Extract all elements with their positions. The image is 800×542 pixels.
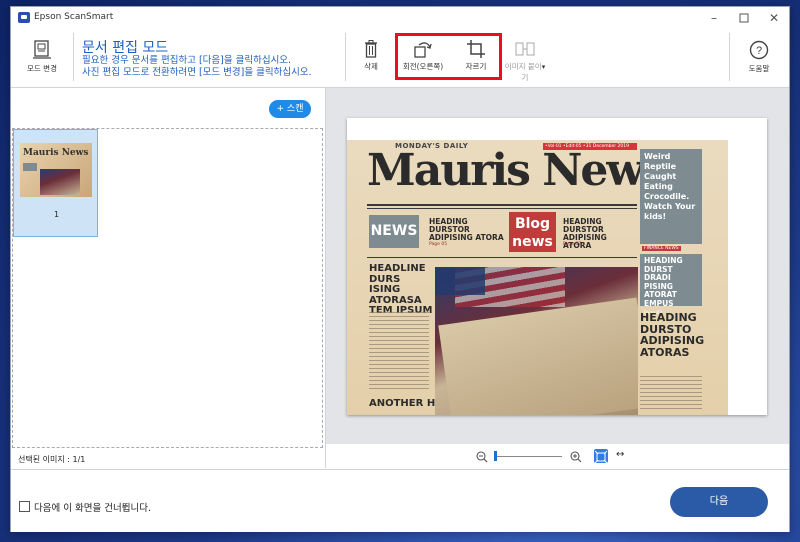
preview-page: MONDAY'S DAILY •Vol·01 •Edit·05 •31 Dece… xyxy=(347,118,767,415)
mode-desc-line2: 사진 편집 모드로 전환하려면 [모드 변경]을 클릭하십시오. xyxy=(82,67,312,78)
delete-label: 삭제 xyxy=(364,62,378,71)
np-photo xyxy=(435,267,638,415)
mode-description: 필요한 경우 문서를 편집하고 [다음]을 클릭하십시오. 사진 편집 모드로 … xyxy=(82,55,342,79)
highlight-box xyxy=(395,33,502,80)
np-text-lines xyxy=(369,312,429,390)
document-mode-icon xyxy=(33,40,51,59)
mode-change-label: 모드 변경 xyxy=(27,64,57,73)
np-side-heading: Weird Reptile Caught Eating Crocodile. W… xyxy=(644,152,696,221)
app-window: Epson ScanSmart – ✕ 모드 변경 문서 편집 모드 필요한 경… xyxy=(10,6,790,532)
mode-title: 문서 편집 모드 xyxy=(82,40,169,56)
merge-label: 이미지 붙이 xyxy=(504,62,542,71)
thumbnail-item[interactable]: Mauris News 1 xyxy=(13,129,98,237)
skip-screen-checkbox[interactable] xyxy=(19,501,30,512)
maximize-icon[interactable] xyxy=(729,9,759,27)
app-icon xyxy=(18,12,30,23)
close-icon[interactable]: ✕ xyxy=(759,9,789,27)
thumbnail-box xyxy=(23,163,37,171)
np-news-box: NEWS xyxy=(369,215,419,248)
newspaper-image: MONDAY'S DAILY •Vol·01 •Edit·05 •31 Dece… xyxy=(347,140,728,415)
thumbnail-panel: + 스캔 Mauris News 1 선택된 이미지 : 1/1 xyxy=(11,88,325,468)
selected-count-status: 선택된 이미지 : 1/1 xyxy=(18,455,86,464)
np-rule xyxy=(367,204,637,206)
divider xyxy=(729,33,730,81)
bottom-bar: 다음에 이 화면을 건너뜁니다. 다음 xyxy=(11,469,789,532)
np-finance-news: FINANCE NEWS xyxy=(642,246,681,251)
np-headline-1: HEADING DURSTOR ADIPISING ATORA xyxy=(429,217,504,242)
zoom-slider-thumb[interactable] xyxy=(494,451,497,461)
delete-button[interactable]: 삭제 xyxy=(357,33,385,81)
np-big-headline: HEADING DURSTO ADIPISING ATORAS xyxy=(640,311,705,359)
np-blog-box: Blog news xyxy=(509,212,556,252)
window-title: Epson ScanSmart xyxy=(34,12,114,22)
zoom-slider-track[interactable] xyxy=(494,456,562,457)
np-page-05: Page 05 xyxy=(429,242,448,247)
dropdown-arrow-icon[interactable]: ▾ xyxy=(542,63,546,71)
np-page-07: Page 07 xyxy=(563,242,582,247)
merge-images-icon xyxy=(515,42,535,56)
title-bar: Epson ScanSmart – ✕ xyxy=(11,7,789,29)
np-left-headline: HEADLINE DURS ISING ATORASA TEM IPSUM xyxy=(369,263,433,316)
svg-text:?: ? xyxy=(756,45,762,57)
merge-label-2: 기 xyxy=(521,73,529,82)
merge-images-button[interactable]: 이미지 붙이▾ 기 xyxy=(503,33,547,82)
mode-desc-line1: 필요한 경우 문서를 편집하고 [다음]을 클릭하십시오. xyxy=(82,55,292,66)
divider xyxy=(345,33,346,81)
np-blog-1: Blog xyxy=(514,216,551,232)
np-side-box: Weird Reptile Caught Eating Crocodile. W… xyxy=(640,149,702,244)
thumbnail-list: Mauris News 1 xyxy=(12,128,323,448)
zoom-bar: ↔ xyxy=(326,445,789,467)
np-rule xyxy=(367,208,637,209)
zoom-in-icon[interactable] xyxy=(570,451,582,463)
mode-change-button[interactable]: 모드 변경 xyxy=(19,33,65,81)
thumbnail-image: Mauris News xyxy=(20,143,92,197)
next-button[interactable]: 다음 xyxy=(670,487,768,517)
np-text-lines xyxy=(640,376,702,412)
np-blog-2: news xyxy=(512,234,553,250)
np-side-heading-2: HEADING DURST DRADI PISING ATORAT EMPUS xyxy=(644,256,683,308)
thumbnail-title: Mauris News xyxy=(23,148,89,158)
np-side-box-2: HEADING DURST DRADI PISING ATORAT EMPUS … xyxy=(640,254,702,316)
preview-panel: MONDAY'S DAILY •Vol·01 •Edit·05 •31 Dece… xyxy=(326,88,789,444)
np-title: Mauris News xyxy=(367,145,667,196)
document-scroll xyxy=(438,297,638,415)
help-button[interactable]: ? 도움말 xyxy=(739,33,779,81)
fit-to-window-icon[interactable] xyxy=(594,449,608,464)
help-label: 도움말 xyxy=(748,64,770,73)
help-icon: ? xyxy=(749,40,769,60)
divider xyxy=(73,33,74,81)
thumbnail-number: 1 xyxy=(53,210,60,219)
trash-icon xyxy=(365,40,377,58)
fit-width-icon[interactable]: ↔ xyxy=(616,449,624,460)
toolbar: 모드 변경 문서 편집 모드 필요한 경우 문서를 편집하고 [다음]을 클릭하… xyxy=(11,29,789,88)
minimize-icon[interactable]: – xyxy=(699,9,729,27)
thumbnail-photo xyxy=(40,169,80,195)
scan-button[interactable]: + 스캔 xyxy=(269,100,311,118)
zoom-out-icon[interactable] xyxy=(476,451,488,463)
skip-screen-label: 다음에 이 화면을 건너뜁니다. xyxy=(34,503,151,514)
flag-stars xyxy=(435,267,485,295)
np-rule xyxy=(367,257,637,258)
